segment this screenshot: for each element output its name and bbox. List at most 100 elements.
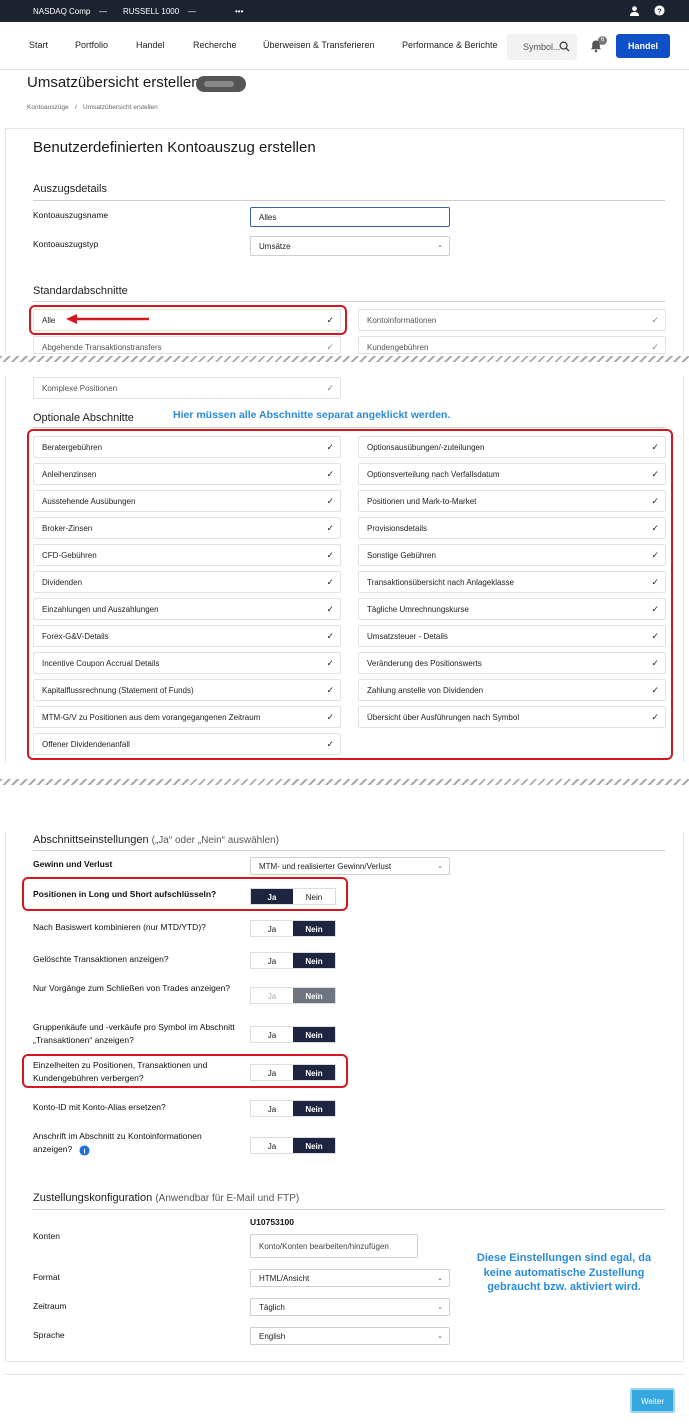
check-icon: ✓	[326, 342, 334, 352]
statement-name-input[interactable]: Alles	[250, 207, 450, 227]
chevron-down-icon: ⌄	[437, 863, 443, 870]
annotation-arrow-icon	[66, 314, 149, 324]
toggle-no[interactable]: Nein	[293, 988, 335, 1003]
toggle-no[interactable]: Nein	[293, 1027, 335, 1042]
nav-portfolio[interactable]: Portfolio	[75, 40, 108, 50]
standard-section-customer-fees[interactable]: Kundengebühren ✓	[358, 336, 666, 354]
settings-title-text: Abschnittseinstellungen	[33, 834, 149, 846]
nav-recherche[interactable]: Recherche	[193, 40, 237, 50]
page-break-line	[0, 356, 689, 362]
account-pill[interactable]	[196, 76, 246, 92]
toggle-no[interactable]: Nein	[293, 921, 335, 936]
page-title: Umsatzübersicht erstellen	[27, 74, 200, 91]
chevron-down-icon: ⌄	[437, 242, 443, 249]
notification-badge: 6	[598, 36, 607, 45]
breadcrumb-current: Umsatzübersicht erstellen	[83, 104, 158, 111]
yes-no-toggle[interactable]: Ja Nein	[250, 1137, 336, 1154]
nav-handel[interactable]: Handel	[136, 40, 165, 50]
standard-title: Standardabschnitte	[33, 285, 128, 297]
annotation-box	[22, 877, 348, 911]
ticker-dash: —	[99, 7, 107, 16]
search-placeholder: Symbol...	[523, 42, 561, 52]
breadcrumb-statements[interactable]: Kontoauszüge	[27, 104, 69, 111]
nav-start[interactable]: Start	[29, 40, 48, 50]
page-break	[0, 762, 689, 832]
statement-name-value: Alles	[259, 213, 277, 222]
format-value: HTML/Ansicht	[259, 1274, 310, 1283]
svg-text:?: ?	[657, 6, 662, 15]
toggle-yes[interactable]: Ja	[251, 1138, 293, 1153]
toggle-yes[interactable]: Ja	[251, 1027, 293, 1042]
toggle-yes[interactable]: Ja	[251, 1101, 293, 1116]
toggle-yes[interactable]: Ja	[251, 921, 293, 936]
standard-section-complex-positions[interactable]: Komplexe Positionen ✓	[33, 377, 341, 399]
statement-type-select[interactable]: Umsätze ⌄	[250, 236, 450, 256]
period-value: Täglich	[259, 1303, 285, 1312]
format-select[interactable]: HTML/Ansicht ⌄	[250, 1269, 450, 1287]
toggle-label: Anschrift im Abschnitt zu Kontoinformati…	[33, 1131, 202, 1154]
account-id: U10753100	[250, 1217, 294, 1227]
toggle-no[interactable]: Nein	[293, 1138, 335, 1153]
annotation-box	[27, 429, 673, 760]
toggle-no[interactable]: Nein	[293, 1101, 335, 1116]
period-label: Zeitraum	[33, 1301, 67, 1311]
search-icon	[559, 41, 570, 52]
ticker-dash: —	[188, 7, 196, 16]
period-select[interactable]: Täglich ⌄	[250, 1298, 450, 1316]
notifications[interactable]: 6	[587, 36, 607, 56]
toggle-yes[interactable]: Ja	[251, 953, 293, 968]
optional-title: Optionale Abschnitte	[33, 412, 134, 424]
section-label: Abgehende Transaktionstransfers	[42, 343, 162, 352]
toggle-label: Nach Basiswert kombinieren (nur MTD/YTD)…	[33, 922, 206, 932]
nav-transfer[interactable]: Überweisen & Transferieren	[263, 40, 375, 50]
statement-type-value: Umsätze	[259, 242, 291, 251]
ticker-item[interactable]: RUSSELL 1000	[123, 7, 179, 16]
details-title: Auszugsdetails	[33, 183, 107, 195]
format-label: Format	[33, 1272, 60, 1282]
svg-text:i: i	[83, 1146, 85, 1155]
breadcrumb-separator: /	[75, 104, 77, 111]
accounts-label: Konten	[33, 1231, 60, 1241]
toggle-yes[interactable]: Ja	[251, 988, 293, 1003]
help-icon[interactable]: ?	[654, 5, 665, 16]
main-nav: Start Portfolio Handel Recherche Überwei…	[0, 22, 689, 70]
language-label: Sprache	[33, 1330, 65, 1340]
delivery-title: Zustellungskonfiguration (Anwendbar für …	[33, 1192, 299, 1204]
trade-button[interactable]: Handel	[616, 34, 670, 58]
toggle-label: Gelöschte Transaktionen anzeigen?	[33, 954, 169, 964]
ticker-more[interactable]: •••	[235, 7, 243, 16]
ticker-bar: NASDAQ Comp — RUSSELL 1000 — ••• ?	[0, 0, 689, 22]
info-icon[interactable]: i	[79, 1145, 90, 1156]
section-label: Kontoinformationen	[367, 316, 437, 325]
page-break-line	[0, 779, 689, 785]
section-label: Komplexe Positionen	[42, 384, 118, 393]
user-icon[interactable]	[629, 5, 640, 16]
type-label: Kontoauszugstyp	[33, 239, 99, 249]
yes-no-toggle[interactable]: Ja Nein	[250, 987, 336, 1004]
toggle-label: Konto-ID mit Konto-Alias ersetzen?	[33, 1102, 166, 1112]
delivery-annotation: Diese Einstellungen sind egal, da keine …	[476, 1252, 652, 1293]
toggle-no[interactable]: Nein	[293, 953, 335, 968]
annotation-box	[22, 1054, 348, 1088]
yes-no-toggle[interactable]: Ja Nein	[250, 952, 336, 969]
language-select[interactable]: English ⌄	[250, 1327, 450, 1345]
yes-no-toggle[interactable]: Ja Nein	[250, 1026, 336, 1043]
standard-section-account-info[interactable]: Kontoinformationen ✓	[358, 309, 666, 331]
settings-title: Abschnittseinstellungen („Ja“ oder „Nein…	[33, 834, 279, 846]
standard-section-outgoing-transfers[interactable]: Abgehende Transaktionstransfers ✓	[33, 336, 341, 354]
gv-select[interactable]: MTM- und realisierter Gewinn/Verlust ⌄	[250, 857, 450, 875]
delivery-hint: (Anwendbar für E-Mail und FTP)	[155, 1193, 300, 1204]
chevron-down-icon: ⌄	[437, 1275, 443, 1282]
ticker-item[interactable]: NASDAQ Comp	[33, 7, 90, 16]
name-label: Kontoauszugsname	[33, 210, 109, 220]
yes-no-toggle[interactable]: Ja Nein	[250, 1100, 336, 1117]
toggle-label: Gruppenkäufe und -verkäufe pro Symbol im…	[33, 1022, 235, 1045]
section-label: Kundengebühren	[367, 343, 429, 352]
toggle-label: Nur Vorgänge zum Schließen von Trades an…	[33, 983, 231, 993]
form-heading: Benutzerdefinierten Kontoauszug erstelle…	[33, 139, 316, 156]
nav-performance[interactable]: Performance & Berichte	[402, 40, 498, 50]
next-button[interactable]: Weiter	[630, 1388, 675, 1413]
symbol-search[interactable]: Symbol...	[507, 34, 577, 60]
edit-accounts-button[interactable]: Konto/Konten bearbeiten/hinzufügen	[250, 1234, 418, 1258]
yes-no-toggle[interactable]: Ja Nein	[250, 920, 336, 937]
